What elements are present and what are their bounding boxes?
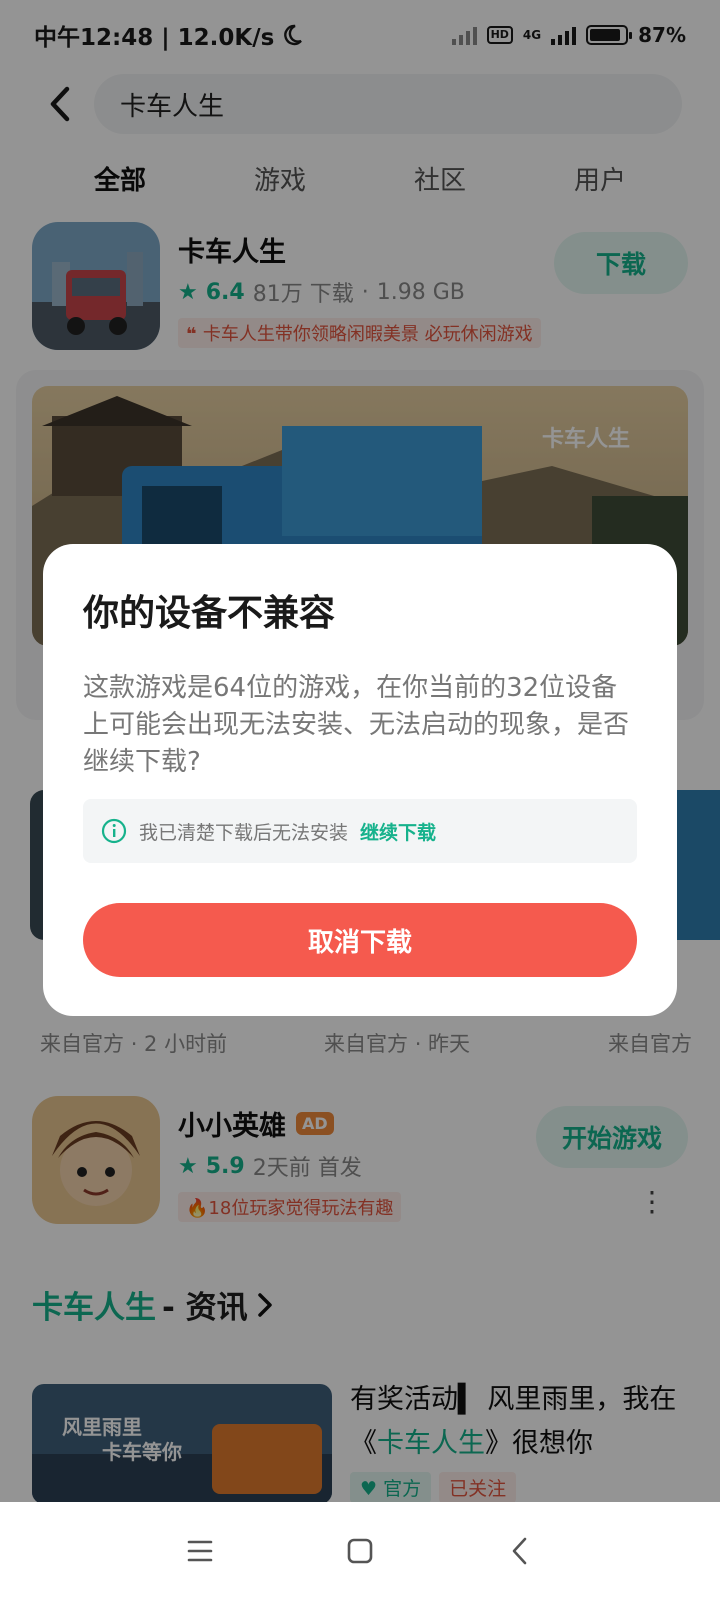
cancel-download-button[interactable]: 取消下载 [83,903,637,977]
home-square-icon [347,1538,373,1564]
notice-text: 我已清楚下载后无法安装 [139,821,349,844]
menu-icon [187,1540,213,1562]
nav-menu-button[interactable] [170,1521,230,1581]
dialog-message: 这款游戏是64位的游戏，在你当前的32位设备上可能会出现无法安装、无法启动的现象… [83,673,630,777]
nav-home-button[interactable] [330,1521,390,1581]
nav-back-button[interactable] [490,1521,550,1581]
continue-download-link[interactable]: 继续下载 [360,818,436,845]
system-nav-bar [0,1502,720,1600]
incompatible-device-dialog: 你的设备不兼容 这款游戏是64位的游戏，在你当前的32位设备上可能会出现无法安装… [43,544,677,1016]
search-results-page: 中午12:48 | 12.0K/s HD 4G 87% 卡车人生 全部 游戏 社… [0,0,720,1600]
dialog-title: 你的设备不兼容 [83,593,336,634]
continue-download-notice: 我已清楚下载后无法安装 继续下载 [83,799,637,863]
back-arrow-icon [512,1537,527,1565]
info-icon [101,818,127,844]
